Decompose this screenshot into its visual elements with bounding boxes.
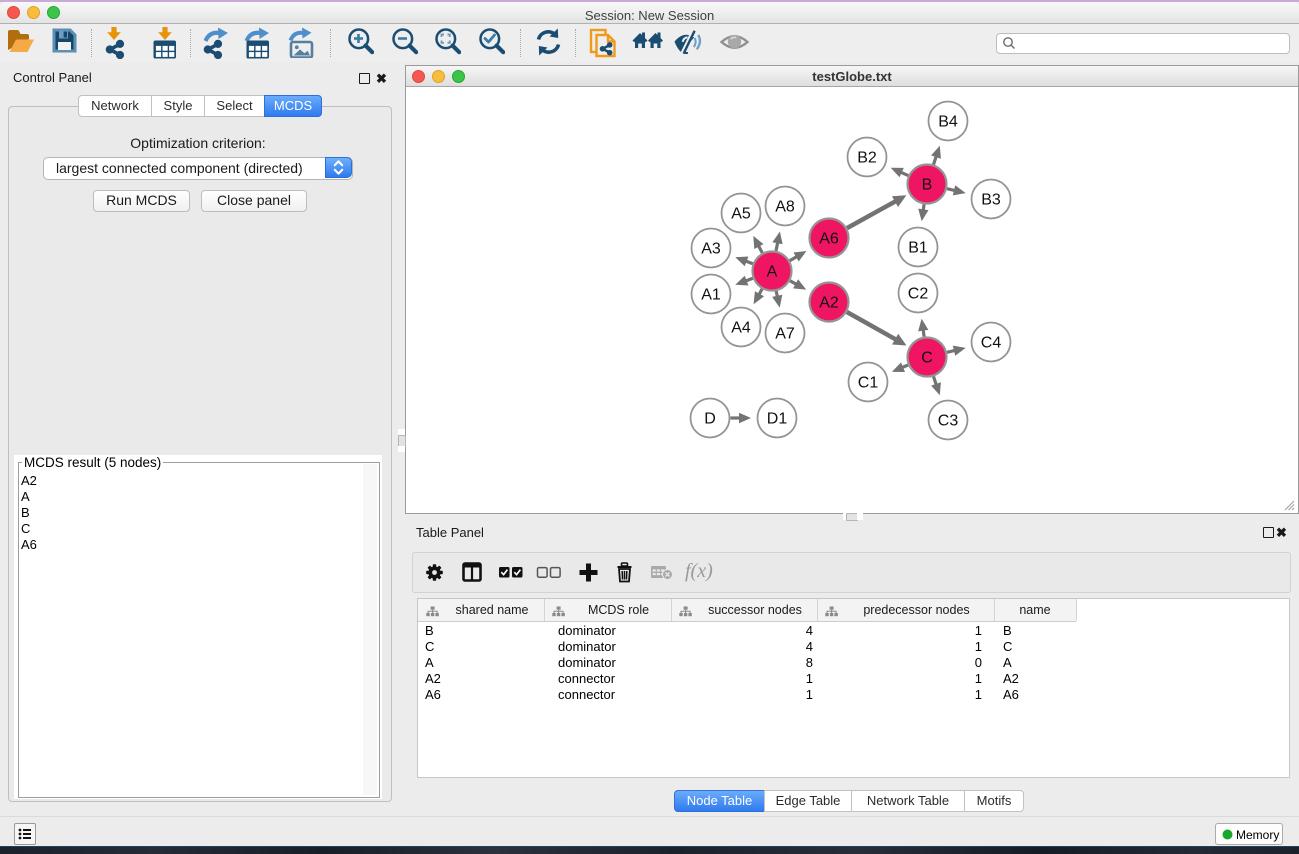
- svg-text:C3: C3: [938, 413, 959, 430]
- svg-text:C2: C2: [908, 286, 929, 303]
- svg-text:A6: A6: [819, 231, 839, 248]
- svg-text:B: B: [922, 177, 933, 194]
- svg-text:D1: D1: [767, 411, 788, 428]
- svg-text:A7: A7: [775, 326, 795, 343]
- svg-text:C: C: [921, 350, 933, 367]
- svg-text:A3: A3: [701, 241, 721, 258]
- svg-text:B2: B2: [857, 150, 877, 167]
- svg-text:B4: B4: [938, 114, 958, 131]
- svg-text:C4: C4: [981, 335, 1002, 352]
- svg-text:D: D: [704, 411, 716, 428]
- svg-text:C1: C1: [858, 375, 879, 392]
- svg-text:A5: A5: [731, 206, 751, 223]
- svg-text:A1: A1: [701, 287, 721, 304]
- svg-text:A4: A4: [731, 320, 751, 337]
- svg-text:B1: B1: [908, 240, 928, 257]
- svg-text:A2: A2: [819, 295, 839, 312]
- svg-text:A8: A8: [775, 199, 795, 216]
- svg-text:B3: B3: [981, 192, 1001, 209]
- svg-text:A: A: [767, 264, 778, 281]
